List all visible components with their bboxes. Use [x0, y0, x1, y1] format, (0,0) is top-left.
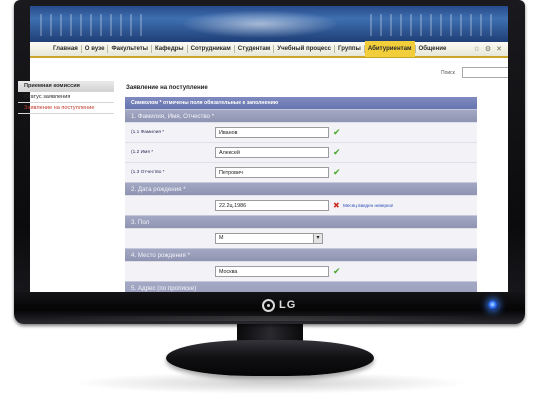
nav-item-study-process[interactable]: Учебный процесс — [274, 41, 334, 57]
birthdate-input[interactable] — [215, 200, 329, 211]
bezel-reflection — [44, 316, 494, 321]
valid-check-icon: ✔ — [333, 266, 341, 276]
form-row-patronymic: (1.3 Отчество * ✔ — [125, 162, 477, 182]
patronymic-label: (1.3 Отчество * — [131, 170, 165, 175]
surname-label: (1.1 Фамилия * — [131, 130, 165, 135]
nav-item-communication[interactable]: Общение — [416, 41, 450, 57]
sidebar-item-application[interactable]: Заявление на поступление — [18, 103, 114, 114]
monitor-brand: LG — [279, 299, 297, 311]
search-label: Поиск — [441, 70, 455, 76]
power-led-icon[interactable] — [488, 300, 498, 310]
form-notice: Символом * отмечены поля обязательные к … — [125, 97, 477, 109]
valid-check-icon: ✔ — [333, 147, 341, 157]
nav-item-home[interactable]: Главная — [50, 41, 81, 57]
form-row-birthdate: ✖ Месяц введен неверно! — [125, 195, 477, 215]
lg-logo-icon — [262, 298, 275, 312]
nav-item-departments[interactable]: Кафедры — [152, 41, 187, 57]
error-cross-icon: ✖ — [333, 201, 340, 210]
settings-icon[interactable]: ⚙ — [485, 45, 491, 55]
monitor-logo: LG — [262, 297, 296, 313]
nav-icons: ☆ ⚙ ✕ — [474, 45, 502, 55]
monitor-base — [166, 340, 374, 376]
valid-check-icon: ✔ — [333, 127, 341, 137]
site-banner — [30, 6, 508, 42]
surname-input[interactable] — [215, 127, 329, 138]
section-gender: 3. Пол — [125, 215, 477, 228]
birthplace-input[interactable] — [215, 266, 329, 277]
nav-item-groups[interactable]: Группы — [335, 41, 364, 57]
nav-item-applicants[interactable]: Абитуриентам — [364, 41, 415, 57]
banner-ornament — [370, 14, 500, 36]
search-input[interactable] — [462, 67, 508, 78]
gender-select[interactable]: М — [215, 233, 323, 244]
sidebar-item-admissions[interactable]: Приемная комиссия — [18, 81, 114, 92]
top-navigation: Главная О вузе Факультеты Кафедры Сотруд… — [30, 41, 508, 58]
close-icon[interactable]: ✕ — [496, 45, 502, 55]
nav-item-about[interactable]: О вузе — [82, 41, 108, 57]
form-row-surname: (1.1 Фамилия * ✔ — [125, 122, 477, 142]
nav-item-students[interactable]: Студентам — [235, 41, 274, 57]
name-input[interactable] — [215, 147, 329, 158]
star-icon[interactable]: ☆ — [474, 45, 480, 55]
sidebar: Приемная комиссия Статус заявления Заявл… — [18, 81, 114, 114]
page-title: Заявление на поступление — [126, 84, 208, 91]
form-row-birthplace: ✔ — [125, 261, 477, 281]
valid-check-icon: ✔ — [333, 167, 341, 177]
address-section-title: 5. Адрес (по прописке) — [131, 285, 197, 292]
banner-glow — [180, 10, 340, 38]
section-full-name: 1. Фамилия, Имя, Отчество * — [125, 109, 477, 122]
search-bar: Поиск » — [30, 66, 508, 80]
banner-ornament — [40, 14, 150, 36]
form-row-gender: М — [125, 228, 477, 248]
section-birthplace: 4. Место рождения * — [125, 248, 477, 261]
birthdate-error-message: Месяц введен неверно! — [343, 203, 394, 208]
section-birthdate: 2. Дата рождения * — [125, 182, 477, 195]
patronymic-input[interactable] — [215, 167, 329, 178]
nav-item-staff[interactable]: Сотрудникам — [188, 41, 234, 57]
form-row-name: (1.2 Имя * ✔ — [125, 142, 477, 162]
name-label: (1.2 Имя * — [131, 150, 154, 155]
nav-item-faculties[interactable]: Факультеты — [108, 41, 151, 57]
sidebar-item-status[interactable]: Статус заявления — [18, 92, 114, 103]
